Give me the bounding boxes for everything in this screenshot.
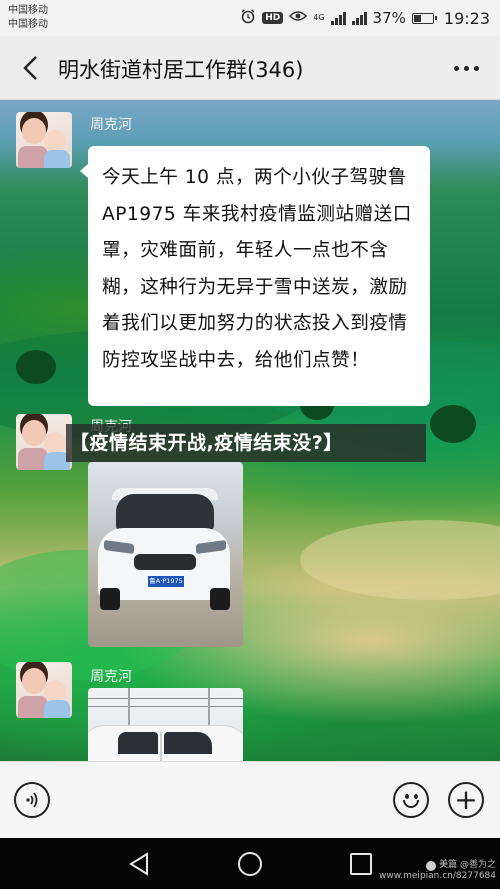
more-actions-button[interactable]: +: [448, 782, 484, 818]
signal-bars-icon-1: [330, 11, 346, 25]
battery-percent: 37%: [372, 9, 406, 27]
avatar[interactable]: [16, 662, 72, 718]
hd-icon: HD: [262, 12, 284, 24]
status-bar: 中国移动 中国移动 HD 4G 37% 19:23: [0, 0, 500, 36]
battery-icon: [411, 12, 437, 24]
signal-4g-icon: 4G: [313, 14, 324, 22]
chat-title: 明水街道村居工作群(346): [58, 58, 304, 82]
car-photo-front[interactable]: 鲁A·P1975: [88, 462, 243, 647]
site-watermark: 美篇 @善为之 www.meipian.cn/8277684: [379, 860, 496, 882]
car-photo-side[interactable]: [88, 688, 243, 761]
carrier-label-1: 中国移动: [8, 5, 48, 16]
more-dot-icon: [453, 65, 459, 71]
alarm-icon: [240, 8, 256, 28]
system-nav-bar: 美篇 @善为之 www.meipian.cn/8277684: [0, 838, 500, 889]
article-title-banner: 【疫情结束开战,疫情结束没?】: [66, 424, 426, 462]
background-hill: [300, 520, 500, 600]
plus-icon: +: [454, 783, 478, 816]
eye-icon: [289, 10, 308, 26]
meipian-logo-icon: [426, 860, 437, 871]
more-options-button[interactable]: [446, 54, 486, 82]
chevron-left-icon: [23, 56, 37, 80]
avatar[interactable]: [16, 112, 72, 168]
clock: 19:23: [443, 8, 490, 28]
voice-input-button[interactable]: [14, 782, 50, 818]
watermark-line-1: 美篇 @善为之: [439, 860, 496, 870]
message-row: 周克河 今天上午 10 点，两个小伙子驾驶鲁 AP1975 车来我村疫情监测站赠…: [0, 110, 500, 410]
message-bubble[interactable]: 今天上午 10 点，两个小伙子驾驶鲁 AP1975 车来我村疫情监测站赠送口罩，…: [80, 146, 430, 406]
emoji-button[interactable]: [393, 782, 429, 818]
more-dot-icon: [463, 65, 469, 71]
emoji-icon: [405, 794, 409, 799]
network-type-label: 4G: [313, 13, 325, 22]
sender-name: 周克河: [90, 669, 132, 685]
sender-name: 周克河: [90, 117, 132, 133]
voice-icon: [26, 792, 38, 808]
watermark-line-2: www.meipian.cn/8277684: [379, 871, 496, 881]
nav-back-icon[interactable]: [128, 852, 150, 876]
back-button[interactable]: [10, 48, 50, 88]
avatar[interactable]: [16, 414, 72, 470]
input-bar: +: [0, 761, 500, 838]
license-plate: 鲁A·P1975: [148, 576, 184, 587]
message-text: 今天上午 10 点，两个小伙子驾驶鲁 AP1975 车来我村疫情监测站赠送口罩，…: [102, 167, 412, 371]
nav-recent-icon[interactable]: [350, 853, 372, 875]
nav-home-icon[interactable]: [238, 852, 262, 876]
status-icons: HD 4G 37% 19:23: [240, 7, 490, 29]
chat-header: 明水街道村居工作群(346): [0, 36, 500, 100]
background-tree: [430, 405, 476, 443]
signal-bars-icon-2: [351, 11, 367, 25]
chat-area[interactable]: 周克河 今天上午 10 点，两个小伙子驾驶鲁 AP1975 车来我村疫情监测站赠…: [0, 100, 500, 761]
carrier-label-2: 中国移动: [8, 19, 48, 30]
more-dot-icon: [473, 65, 479, 71]
